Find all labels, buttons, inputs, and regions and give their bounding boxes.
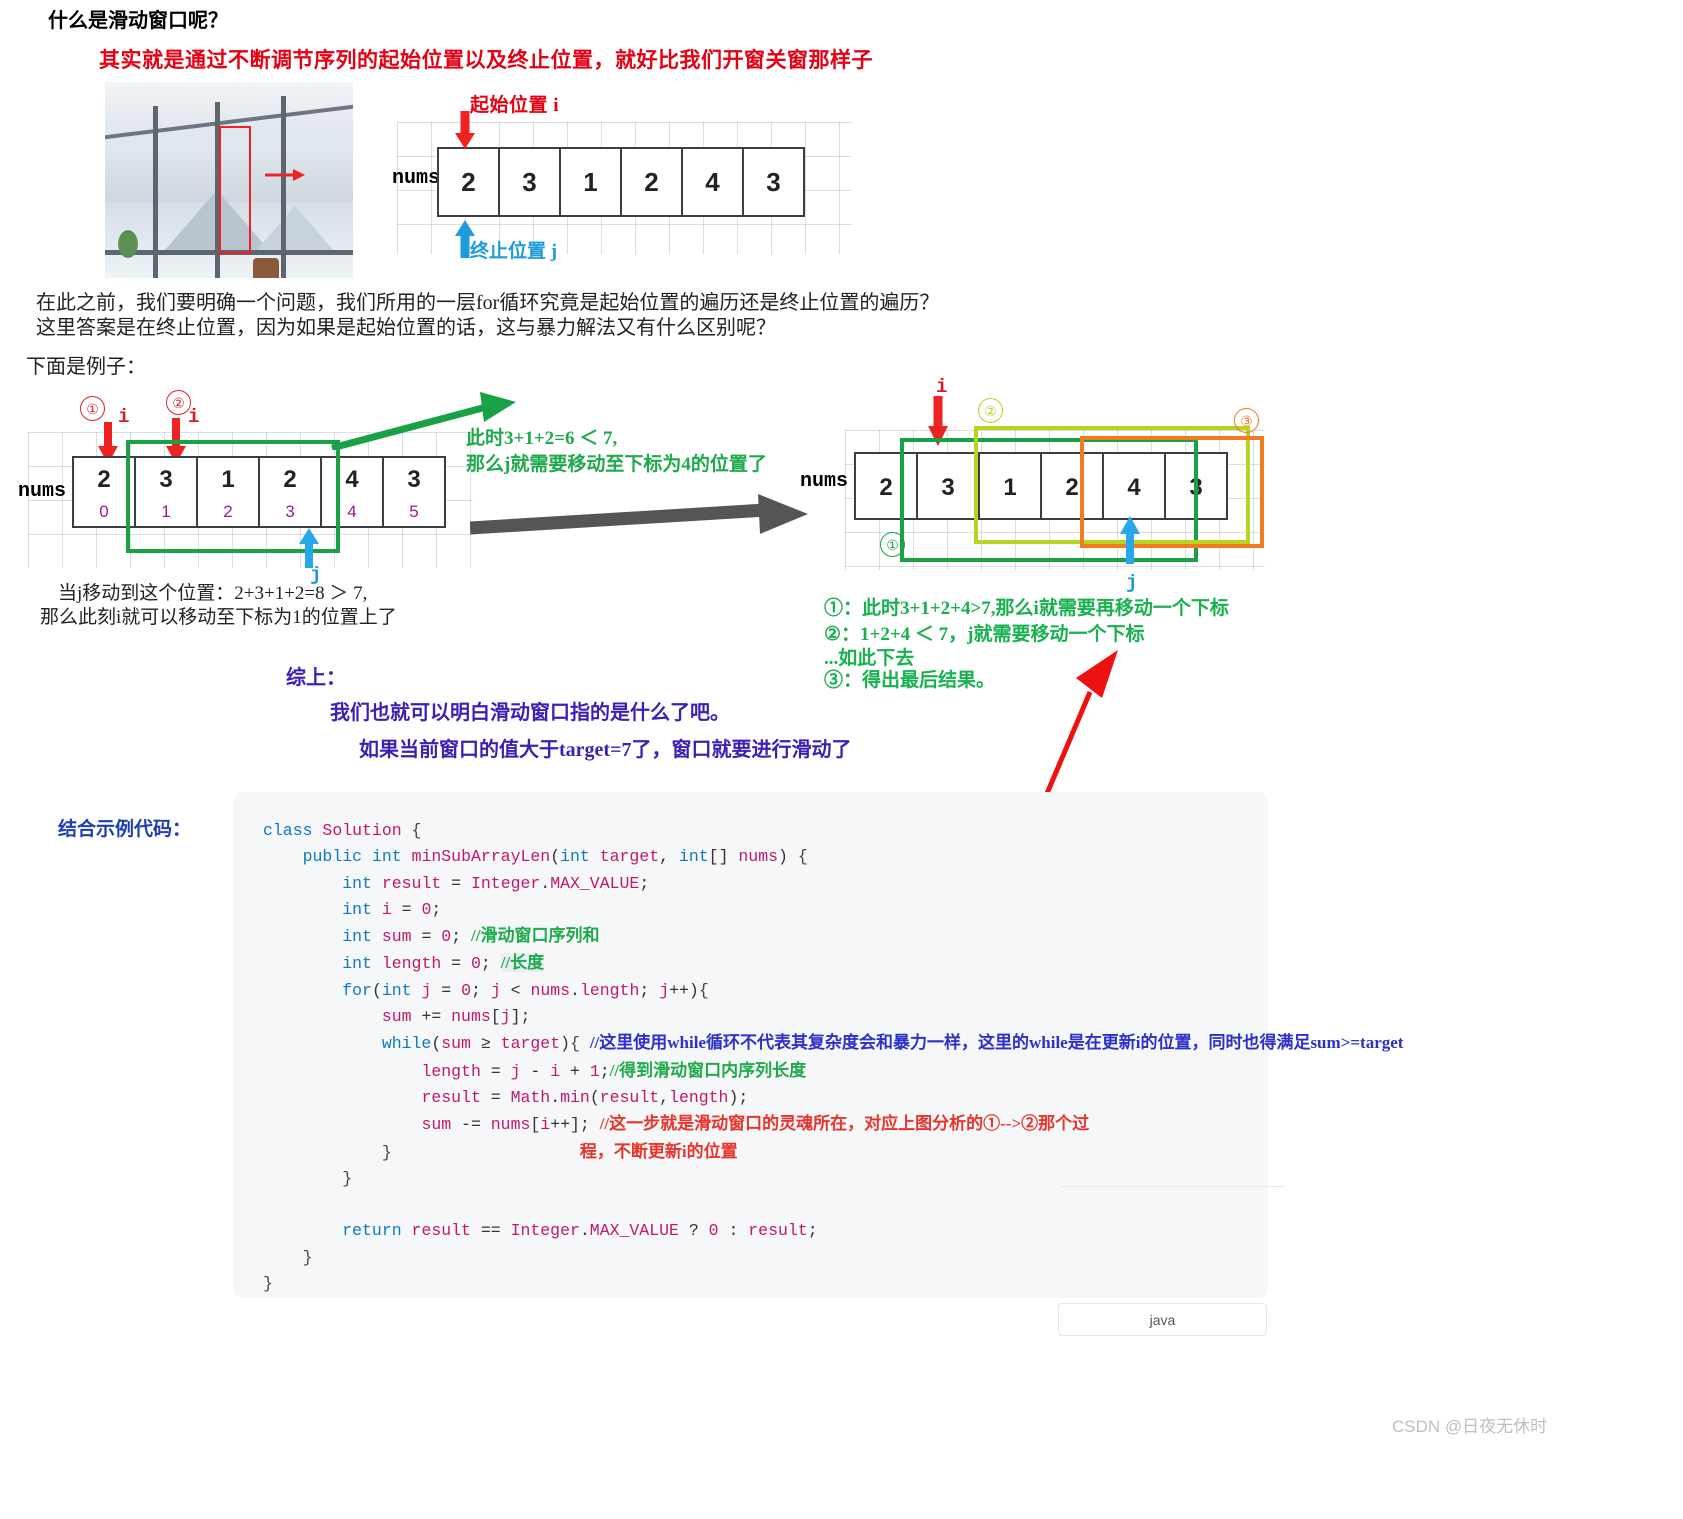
array-cell: 35 (382, 456, 446, 528)
array-cell: 2 (437, 147, 500, 217)
window-rect-orange-right (1080, 436, 1264, 548)
summary-line-2: 如果当前窗口的值大于target=7了，窗口就要进行滑动了 (359, 739, 852, 761)
comment-while: //这里使用while循环不代表其复杂度会和暴力一样，这里的while是在更新i… (589, 1033, 1404, 1053)
i-label-2: i (188, 406, 200, 428)
top-diagram: nums 2 3 1 2 4 3 起始位置 i 终止位置 j (392, 92, 862, 262)
marker-3-right: ③ (1234, 408, 1259, 433)
comment-length2: //得到滑动窗口内序列长度 (609, 1060, 807, 1080)
right-note-0: ①：此时3+1+2+4>7,那么i就需要再移动一个下标 (824, 598, 1229, 619)
marker-2-right: ② (978, 398, 1003, 423)
comment-sum: //滑动窗口序列和 (471, 926, 600, 946)
j-label-right: j (1126, 572, 1138, 594)
end-position-label: 终止位置 j (470, 241, 558, 262)
left-array-label: nums (18, 480, 67, 503)
language-tag[interactable]: java (1058, 1303, 1267, 1336)
paragraph-line-2: 这里答案是在终止位置，因为如果是起始位置的话，这与暴力解法又有什么区别呢？ (36, 317, 776, 339)
transition-note-line-2: 那么j就需要移动至下标为4的位置了 (466, 454, 767, 475)
right-array-label: nums (800, 470, 849, 493)
example-intro: 下面是例子： (26, 356, 146, 378)
array-cell: 1 (559, 147, 622, 217)
csdn-watermark: CSDN @日夜无休时 (1392, 1417, 1548, 1436)
transition-note-line-1: 此时3+1+2=6 ＜ 7, (466, 428, 618, 449)
array-cell: 3 (498, 147, 561, 217)
code-section-label: 结合示例代码： (58, 819, 192, 840)
marker-1-left: ① (80, 396, 105, 421)
summary-line-1: 我们也就可以明白滑动窗口指的是什么了吧。 (330, 702, 730, 724)
top-array-label: nums (392, 167, 441, 190)
page-subtitle-red: 其实就是通过不断调节序列的起始位置以及终止位置，就好比我们开窗关窗那样子 (99, 48, 873, 72)
start-position-label: 起始位置 i (470, 95, 560, 116)
i-label-right: i (936, 376, 948, 398)
code-divider (1060, 1186, 1285, 1187)
grey-transition-arrow-icon (470, 494, 808, 535)
right-diagram: i nums 2 3 1 2 4 3 ① ② ③ j (790, 370, 1290, 594)
code-content[interactable]: class Solution { public int minSubArrayL… (233, 792, 1403, 1323)
array-cell: 3 (742, 147, 805, 217)
comment-soul: //这一步就是滑动窗口的灵魂所在，对应上图分析的①-->②那个过 (599, 1114, 1090, 1134)
window-photo (105, 82, 353, 278)
right-note-1: ②：1+2+4 ＜ 7，j就需要移动一个下标 (824, 624, 1145, 645)
j-arrow-up-icon-right (1120, 516, 1140, 564)
highlighted-pane (219, 126, 251, 254)
marker-1-right: ① (880, 532, 905, 557)
summary-heading: 综上： (286, 667, 346, 689)
array-cell: 2 (620, 147, 683, 217)
top-array: 2 3 1 2 4 3 (437, 147, 805, 217)
array-cell: 4 (681, 147, 744, 217)
page-title: 什么是滑动窗口呢？ (48, 10, 228, 32)
comment-soul-2: 程，不断更新i的位置 (579, 1141, 738, 1161)
photo-slide-arrow-icon (265, 169, 305, 181)
code-block[interactable]: class Solution { public int minSubArrayL… (233, 792, 1403, 1298)
comment-length: //长度 (500, 953, 545, 973)
left-note-line-2: 那么此刻i就可以移动至下标为1的位置上了 (40, 607, 397, 628)
j-arrow-up-icon-left (299, 528, 319, 568)
